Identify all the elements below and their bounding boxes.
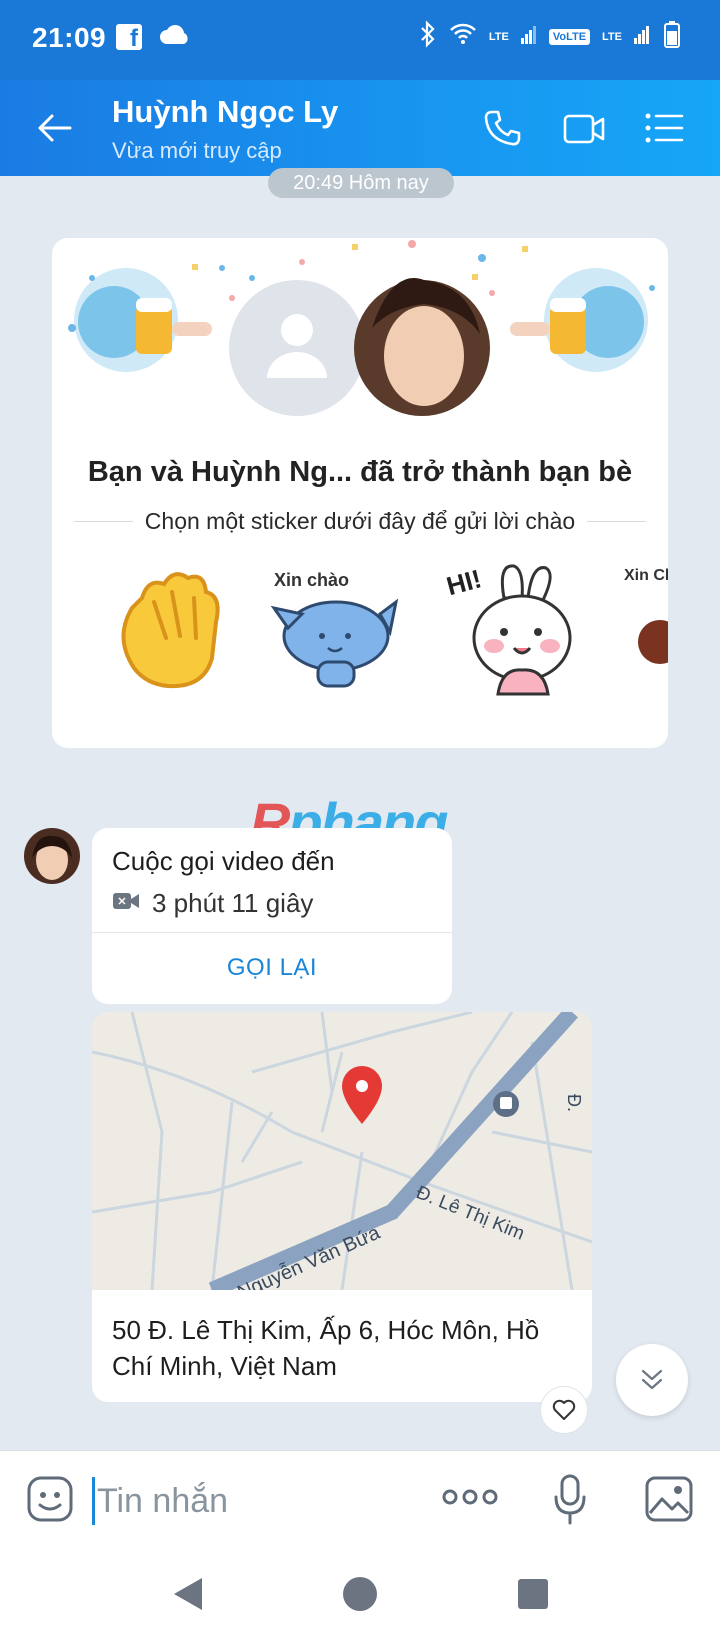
battery-icon — [664, 20, 680, 53]
wifi-icon — [449, 22, 477, 51]
back-arrow-icon[interactable] — [34, 108, 74, 153]
sender-avatar[interactable] — [24, 828, 80, 884]
nav-back-icon[interactable] — [170, 1574, 206, 1619]
more-options-icon[interactable] — [442, 1487, 498, 1512]
location-message[interactable]: Nguyễn Văn Bứa Đ. Lê Thị Kim Đ. 50 Đ. Lê… — [92, 1012, 592, 1402]
divider — [74, 520, 133, 522]
phone-icon[interactable] — [482, 108, 522, 153]
facebook-icon: f — [116, 24, 142, 50]
image-gallery-icon[interactable] — [644, 1475, 694, 1528]
video-call-message[interactable]: Cuộc gọi video đến 3 phút 11 giây GỌI LẠ… — [92, 828, 452, 1004]
call-title: Cuộc gọi video đến — [112, 846, 335, 876]
waving-hand-sticker[interactable] — [104, 558, 244, 698]
lte-label-2: LTE — [602, 30, 622, 43]
friend-card-title: Bạn và Huỳnh Ng... đã trở thành bạn bè — [87, 456, 633, 488]
heart-icon — [552, 1399, 576, 1420]
sticker-text: Xin Chà — [624, 567, 668, 584]
hi-bunny-sticker[interactable]: HI! — [442, 558, 582, 698]
call-duration: 3 phút 11 giây — [152, 888, 314, 918]
cloud-icon — [158, 24, 192, 53]
call-duration-row: 3 phút 11 giây — [112, 888, 313, 919]
system-nav-bar — [0, 1550, 720, 1640]
menu-list-icon[interactable] — [644, 108, 684, 153]
sticker-row: Xin chào HI! Xin Chà — [52, 558, 668, 708]
message-input[interactable]: Tin nhắn — [92, 1477, 412, 1525]
divider — [587, 520, 647, 522]
timestamp-pill: 20:49 Hôm nay — [268, 168, 454, 198]
nav-home-icon[interactable] — [342, 1574, 378, 1619]
chevron-double-down-icon — [641, 1369, 663, 1390]
status-bar: 21:09 f LTE VoLTE LTE — [0, 0, 720, 80]
call-back-button[interactable]: GỌI LẠI — [92, 932, 452, 1004]
xin-chao-cat-sticker[interactable]: Xin chào — [264, 558, 404, 698]
react-heart-button[interactable] — [540, 1386, 588, 1434]
sticker-text: Xin chào — [274, 570, 349, 590]
friend-card-subtitle-row: Chọn một sticker dưới đây để gửi lời chà… — [74, 506, 647, 536]
lte-label: LTE — [488, 30, 509, 43]
bluetooth-icon — [419, 20, 437, 53]
status-time: 21:09 — [32, 22, 107, 53]
nav-recents-icon[interactable] — [516, 1574, 550, 1619]
location-map[interactable]: Nguyễn Văn Bứa Đ. Lê Thị Kim Đ. — [92, 1012, 592, 1290]
scroll-to-bottom-button[interactable] — [616, 1344, 688, 1416]
xin-chao-partial-sticker[interactable]: Xin Chà — [620, 558, 668, 698]
video-camera-icon — [112, 888, 140, 919]
contact-name[interactable]: Huỳnh Ngọc Ly — [112, 94, 338, 130]
volte-badge: VoLTE — [548, 28, 591, 45]
map-label-street3: Đ. — [564, 1094, 584, 1112]
microphone-icon[interactable] — [552, 1473, 588, 1530]
chat-header: Huỳnh Ngọc Ly Vừa mới truy cập — [0, 80, 720, 176]
confetti-banner — [68, 240, 655, 416]
video-call-icon[interactable] — [562, 108, 606, 153]
signal-icon — [634, 24, 652, 49]
sticker-text: HI! — [443, 563, 484, 601]
your-avatar-placeholder — [229, 280, 365, 416]
location-address: 50 Đ. Lê Thị Kim, Ấp 6, Hóc Môn, Hồ Chí … — [112, 1315, 540, 1381]
friend-card-subtitle: Chọn một sticker dưới đây để gửi lời chà… — [144, 507, 576, 534]
message-input-bar: Tin nhắn — [0, 1450, 720, 1550]
friend-added-card: Bạn và Huỳnh Ng... đã trở thành bạn bè C… — [52, 238, 668, 748]
contact-status: Vừa mới truy cập — [112, 138, 282, 163]
signal-icon — [520, 24, 537, 49]
emoji-icon[interactable] — [26, 1475, 74, 1528]
